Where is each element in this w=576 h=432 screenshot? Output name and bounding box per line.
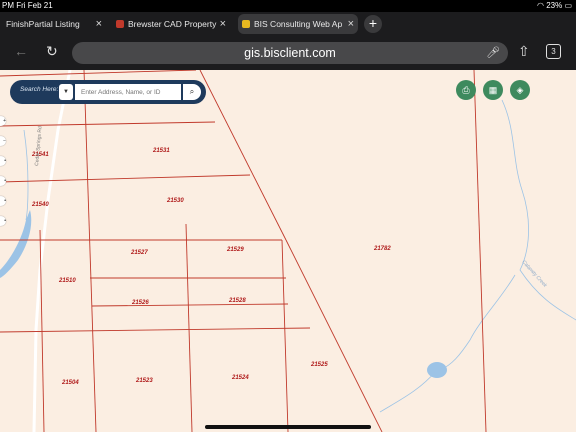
browser-toolbar: ← ↻ gis.bisclient.com 🎤︎ ⇧ 3: [0, 36, 576, 70]
battery-percent: 23%: [546, 1, 563, 10]
map-svg: 21541 21531 21540 21530 21527 21529 2178…: [0, 70, 576, 432]
tab-label: BIS Consulting Web Ap: [254, 19, 343, 29]
status-bar: PM Fri Feb 21 ◠ 23% ▭: [0, 0, 576, 12]
parcel-label[interactable]: 21529: [226, 247, 244, 253]
locate-icon[interactable]: •: [0, 156, 6, 166]
tab-label: FinishPartial Listing: [6, 19, 80, 29]
close-icon[interactable]: ×: [348, 14, 354, 34]
status-time-date: PM Fri Feb 21: [2, 1, 53, 10]
tab-brewster-cad[interactable]: Brewster CAD Property ×: [112, 14, 230, 34]
parcel-label[interactable]: 21527: [130, 250, 148, 256]
draw-icon[interactable]: •: [0, 196, 6, 206]
map-canvas[interactable]: 21541 21531 21540 21530 21527 21529 2178…: [0, 70, 576, 432]
search-icon: ⌕: [189, 87, 195, 96]
cad-icon: [116, 20, 124, 28]
tab-overview-button[interactable]: 3: [546, 44, 561, 59]
parcel-label[interactable]: 21523: [135, 378, 153, 384]
parcel-label[interactable]: 21528: [228, 298, 246, 304]
road-line: [32, 70, 72, 432]
parcel-label[interactable]: 21504: [61, 380, 79, 386]
microphone-icon[interactable]: 🎤︎: [486, 42, 500, 64]
tab-bis-consulting[interactable]: BIS Consulting Web Ap ×: [238, 14, 358, 34]
tab-strip: FinishPartial Listing × Brewster CAD Pro…: [0, 12, 576, 36]
search-panel: Search Here: ▼ ⌕: [10, 80, 206, 104]
creek-line: [379, 369, 438, 413]
new-tab-button[interactable]: +: [364, 15, 382, 33]
tab-finishpartial-listing[interactable]: FinishPartial Listing ×: [2, 14, 106, 34]
parcel-label[interactable]: 21526: [131, 300, 149, 306]
grid-icon: ▦: [488, 85, 498, 95]
url-text: gis.bisclient.com: [244, 46, 336, 60]
creek-line: [23, 129, 29, 221]
basemap-button[interactable]: ▦: [483, 80, 503, 100]
search-label: Search Here:: [20, 86, 59, 93]
search-input[interactable]: [75, 84, 181, 100]
parcel-label[interactable]: 21525: [310, 362, 328, 368]
zoom-out-icon[interactable]: −: [0, 136, 6, 146]
share-icon[interactable]: ⇧: [518, 43, 530, 60]
tab-count: 3: [551, 47, 556, 56]
parcel-label[interactable]: 21540: [31, 202, 49, 208]
creek-line: [439, 274, 516, 371]
layers-button[interactable]: ◈: [510, 80, 530, 100]
zoom-in-icon[interactable]: +: [0, 116, 6, 126]
wifi-icon: ◠: [536, 1, 544, 10]
search-type-dropdown[interactable]: ▼: [59, 84, 73, 100]
tab-label: Brewster CAD Property: [128, 19, 217, 29]
battery-icon: ▭: [564, 1, 572, 10]
road-label: Cedar Springs Rd: [34, 126, 43, 166]
parcel-label[interactable]: 21510: [58, 278, 76, 284]
chevron-down-icon: ▼: [63, 89, 69, 95]
close-icon[interactable]: ×: [220, 14, 226, 34]
home-indicator: [205, 425, 371, 429]
layers-icon: ◈: [516, 85, 524, 95]
printer-icon: ⎙: [462, 85, 470, 95]
parcel-label[interactable]: 21530: [166, 198, 184, 204]
parcel-label[interactable]: 21531: [152, 148, 170, 154]
layer-tool-icon[interactable]: •: [0, 216, 6, 226]
parcel-label[interactable]: 21524: [231, 375, 249, 381]
back-icon[interactable]: ←: [14, 43, 28, 59]
measure-icon[interactable]: •: [0, 176, 6, 186]
battery-indicator: ◠ 23% ▭: [537, 1, 572, 10]
map-tools: + − • • • •: [0, 116, 8, 246]
print-button[interactable]: ⎙: [456, 80, 476, 100]
bis-icon: [242, 20, 250, 28]
reload-icon[interactable]: ↻: [46, 43, 58, 60]
creek-line: [501, 99, 576, 321]
creek-label: Calamity Creek: [521, 259, 549, 289]
parcel-label[interactable]: 21782: [373, 246, 391, 252]
close-icon[interactable]: ×: [96, 14, 102, 34]
address-bar[interactable]: gis.bisclient.com 🎤︎: [72, 42, 508, 64]
search-button[interactable]: ⌕: [183, 84, 201, 100]
